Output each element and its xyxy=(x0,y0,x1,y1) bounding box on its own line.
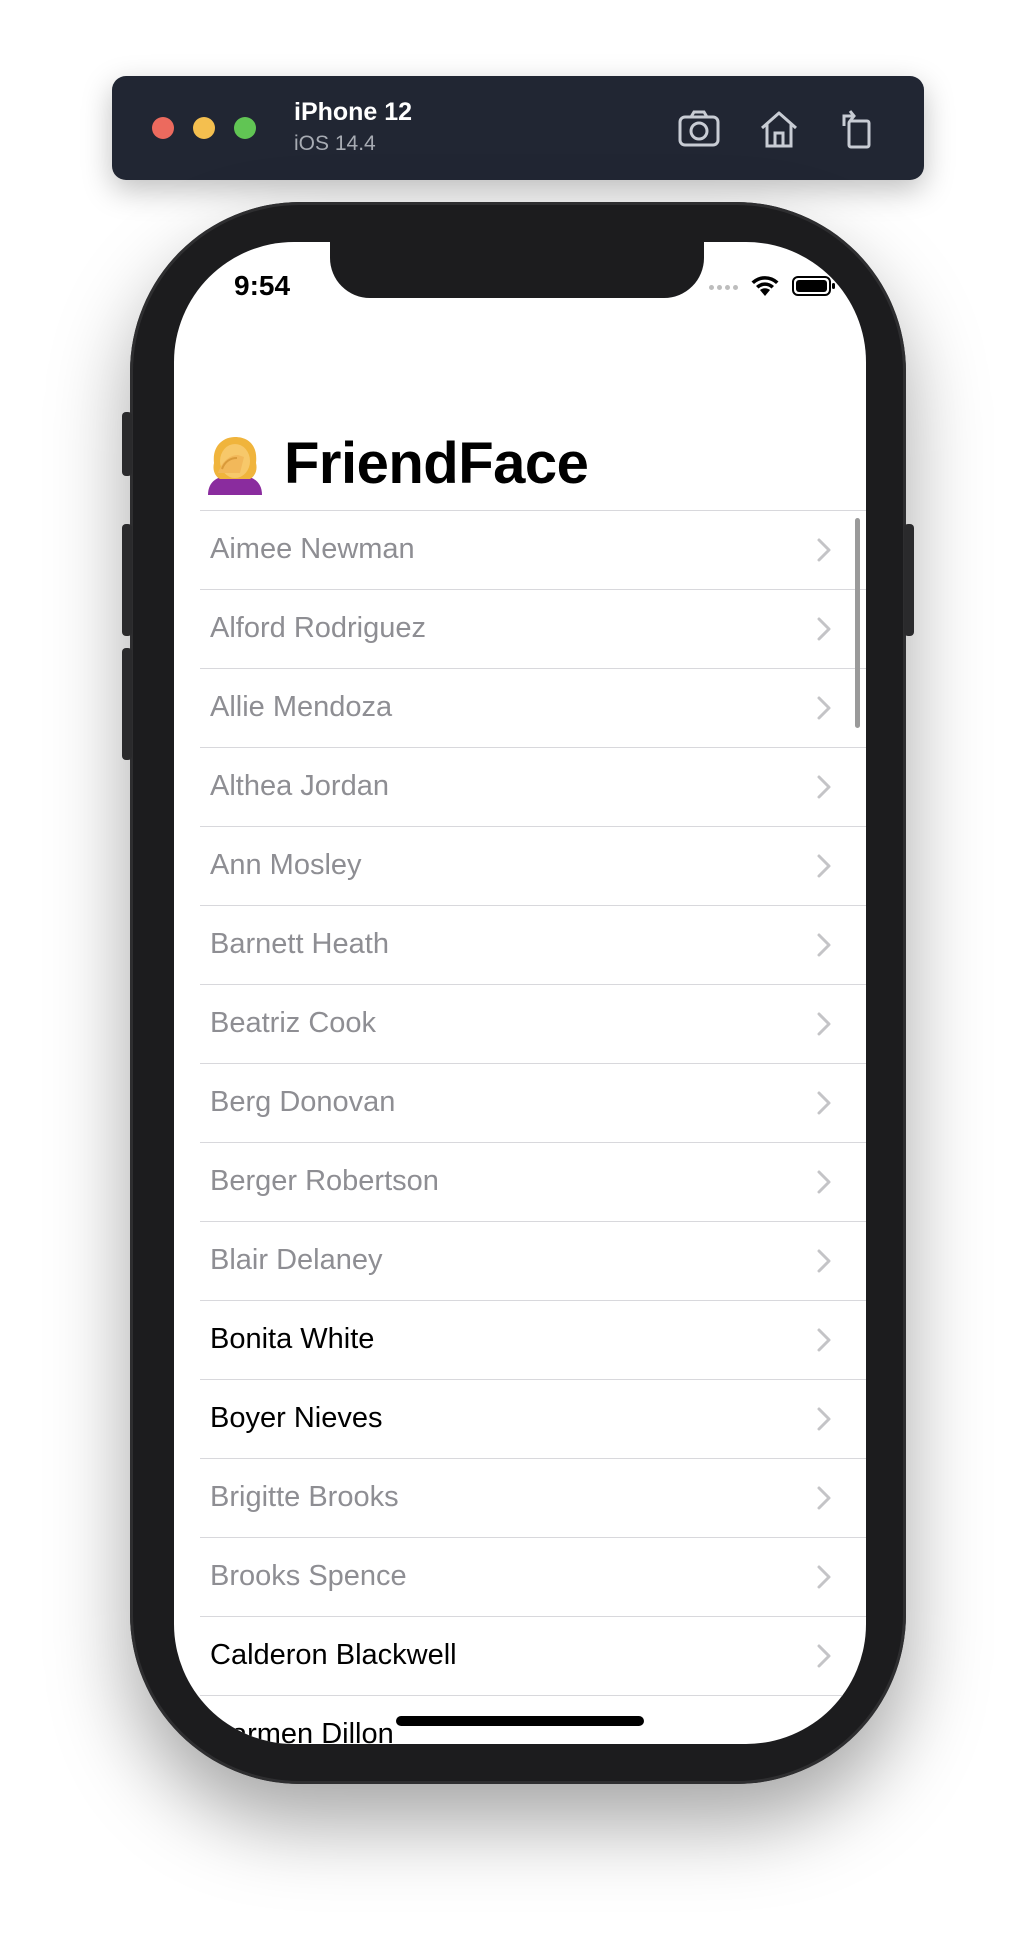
chevron-right-icon xyxy=(817,696,831,720)
face-palm-emoji-icon xyxy=(208,436,262,495)
list-item[interactable]: Blair Delaney xyxy=(200,1222,866,1301)
navigation-title: FriendFace xyxy=(204,430,589,497)
chevron-right-icon xyxy=(817,1644,831,1668)
list-item[interactable]: Brooks Spence xyxy=(200,1538,866,1617)
friend-name: Bonita White xyxy=(210,1323,375,1355)
friend-name: Berger Robertson xyxy=(210,1165,439,1197)
list-item[interactable]: Berger Robertson xyxy=(200,1143,866,1222)
power-button xyxy=(904,524,914,636)
wifi-icon xyxy=(751,276,779,296)
rotate-button[interactable] xyxy=(834,106,880,152)
scroll-indicator[interactable] xyxy=(855,518,860,728)
cellular-icon xyxy=(706,277,738,295)
silent-switch xyxy=(122,412,132,476)
friend-name: Carmen Dillon xyxy=(210,1718,394,1744)
friend-name: Calderon Blackwell xyxy=(210,1639,457,1671)
list-item[interactable]: Allie Mendoza xyxy=(200,669,866,748)
chevron-right-icon xyxy=(817,854,831,878)
chevron-right-icon xyxy=(817,1486,831,1510)
list-item[interactable]: Ann Mosley xyxy=(200,827,866,906)
chevron-right-icon xyxy=(817,1723,831,1744)
home-icon xyxy=(761,111,797,148)
list-item[interactable]: Calderon Blackwell xyxy=(200,1617,866,1696)
friend-name: Allie Mendoza xyxy=(210,691,393,723)
chevron-right-icon xyxy=(817,1091,831,1115)
friend-name: Brigitte Brooks xyxy=(210,1481,399,1513)
volume-down-button xyxy=(122,648,132,760)
rotate-icon xyxy=(842,110,871,149)
minimize-window-button[interactable] xyxy=(193,117,215,139)
friend-name: Barnett Heath xyxy=(210,928,389,960)
chevron-right-icon xyxy=(817,1170,831,1194)
list-item[interactable]: Aimee Newman xyxy=(200,511,866,590)
list-item[interactable]: Boyer Nieves xyxy=(200,1380,866,1459)
friend-name: Aimee Newman xyxy=(210,533,415,565)
friend-name: Ann Mosley xyxy=(210,849,362,881)
friend-name: Berg Donovan xyxy=(210,1086,396,1118)
friend-name: Beatriz Cook xyxy=(210,1007,377,1039)
friend-name: Althea Jordan xyxy=(210,770,389,802)
chevron-right-icon xyxy=(817,1328,831,1352)
camera-icon xyxy=(678,110,720,147)
device-screen: 9:54 FriendFace Aimee Newman Alford Rodri… xyxy=(174,242,866,1744)
home-button[interactable] xyxy=(756,106,802,152)
chevron-right-icon xyxy=(817,1249,831,1273)
list-item[interactable]: Berg Donovan xyxy=(200,1064,866,1143)
simulator-toolbar: iPhone 12 iOS 14.4 xyxy=(112,76,924,180)
status-icons xyxy=(706,274,836,298)
notch xyxy=(330,242,704,298)
status-time: 9:54 xyxy=(234,270,291,301)
list-item[interactable]: Brigitte Brooks xyxy=(200,1459,866,1538)
battery-icon xyxy=(792,276,835,296)
friend-name: Blair Delaney xyxy=(210,1244,383,1276)
chevron-right-icon xyxy=(817,538,831,562)
friend-list: Aimee Newman Alford Rodriguez Allie Mendoz… xyxy=(174,511,866,1744)
chevron-right-icon xyxy=(817,1012,831,1036)
list-item[interactable]: Barnett Heath xyxy=(200,906,866,985)
chevron-right-icon xyxy=(817,1407,831,1431)
screenshot-button[interactable] xyxy=(676,106,722,152)
list-item[interactable]: Althea Jordan xyxy=(200,748,866,827)
list-item[interactable]: Bonita White xyxy=(200,1301,866,1380)
list-item[interactable]: Beatriz Cook xyxy=(200,985,866,1064)
friend-name: Brooks Spence xyxy=(210,1560,407,1592)
volume-up-button xyxy=(122,524,132,636)
chevron-right-icon xyxy=(817,933,831,957)
list-item[interactable]: Alford Rodriguez xyxy=(200,590,866,669)
home-indicator[interactable] xyxy=(396,1716,644,1726)
device-name: iPhone 12 xyxy=(294,98,413,126)
chevron-right-icon xyxy=(817,617,831,641)
close-window-button[interactable] xyxy=(152,117,174,139)
chevron-right-icon xyxy=(817,775,831,799)
os-version: iOS 14.4 xyxy=(294,132,376,155)
page-title: FriendFace xyxy=(284,431,589,496)
friend-name: Boyer Nieves xyxy=(210,1402,383,1434)
zoom-window-button[interactable] xyxy=(234,117,256,139)
friend-name: Alford Rodriguez xyxy=(210,612,426,644)
chevron-right-icon xyxy=(817,1565,831,1589)
